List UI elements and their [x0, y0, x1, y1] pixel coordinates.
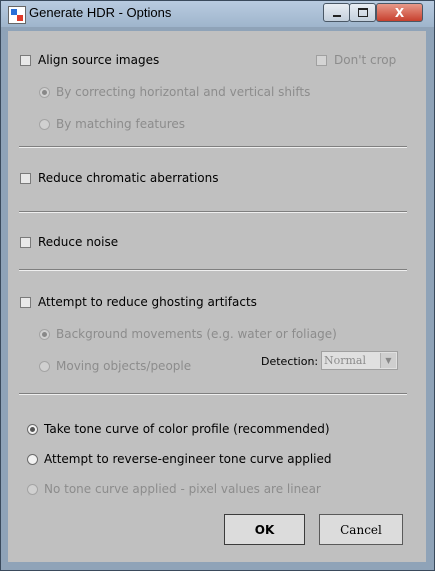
- chromatic-checkbox[interactable]: Reduce chromatic aberrations: [20, 171, 219, 185]
- app-icon: [8, 6, 26, 24]
- radio-dot: [39, 360, 50, 372]
- radio-dot: [27, 423, 38, 435]
- noise-checkbox[interactable]: Reduce noise: [20, 235, 118, 249]
- close-icon: X: [394, 5, 405, 20]
- ghost-moving-radio[interactable]: Moving objects/people: [39, 359, 191, 373]
- minimize-icon: [332, 14, 341, 17]
- maximize-icon: [357, 8, 368, 17]
- radio-dot: [39, 118, 50, 130]
- tone-profile-radio[interactable]: Take tone curve of color profile (recomm…: [27, 422, 330, 436]
- title-bar[interactable]: Generate HDR - Options X: [1, 1, 434, 27]
- radio-dot: [39, 328, 50, 340]
- tone-reverse-label: Attempt to reverse-engineer tone curve a…: [44, 452, 332, 466]
- checkbox-box: [20, 54, 31, 66]
- tone-linear-radio[interactable]: No tone curve applied - pixel values are…: [27, 482, 321, 496]
- maximize-button[interactable]: [349, 3, 376, 22]
- checkbox-box: [20, 296, 31, 308]
- checkbox-box: [316, 54, 327, 66]
- detection-label: Detection:: [261, 355, 319, 368]
- minimize-button[interactable]: [323, 3, 350, 22]
- window-title: Generate HDR - Options: [29, 5, 172, 20]
- checkbox-box: [20, 172, 31, 184]
- dont-crop-label: Don't crop: [334, 53, 397, 67]
- ghosting-checkbox[interactable]: Attempt to reduce ghosting artifacts: [20, 295, 257, 309]
- separator: [19, 269, 407, 271]
- align-shifts-radio[interactable]: By correcting horizontal and vertical sh…: [39, 85, 310, 99]
- tone-reverse-radio[interactable]: Attempt to reverse-engineer tone curve a…: [27, 452, 332, 466]
- ghost-background-label: Background movements (e.g. water or foli…: [56, 327, 337, 341]
- align-label: Align source images: [38, 53, 160, 67]
- radio-dot: [27, 483, 38, 495]
- detection-select[interactable]: Normal ▼: [321, 351, 398, 370]
- detection-value: Normal: [324, 354, 367, 367]
- tone-profile-label: Take tone curve of color profile (recomm…: [44, 422, 330, 436]
- tone-linear-label: No tone curve applied - pixel values are…: [44, 482, 321, 496]
- checkbox-box: [20, 236, 31, 248]
- ghosting-label: Attempt to reduce ghosting artifacts: [38, 295, 257, 309]
- chevron-down-icon: ▼: [380, 353, 396, 368]
- ghost-background-radio[interactable]: Background movements (e.g. water or foli…: [39, 327, 337, 341]
- ok-button[interactable]: OK: [224, 514, 305, 545]
- ghost-moving-label: Moving objects/people: [56, 359, 192, 373]
- align-features-label: By matching features: [56, 117, 186, 131]
- separator: [19, 211, 407, 213]
- separator: [19, 146, 407, 148]
- close-button[interactable]: X: [376, 3, 423, 22]
- noise-label: Reduce noise: [38, 235, 119, 249]
- align-features-radio[interactable]: By matching features: [39, 117, 185, 131]
- align-checkbox[interactable]: Align source images: [20, 53, 159, 67]
- dialog-window: Generate HDR - Options X Align source im…: [0, 0, 435, 571]
- dialog-content: Align source images Don't crop By correc…: [8, 31, 426, 562]
- radio-dot: [39, 86, 50, 98]
- chromatic-label: Reduce chromatic aberrations: [38, 171, 219, 185]
- align-shifts-label: By correcting horizontal and vertical sh…: [56, 85, 311, 99]
- dont-crop-checkbox[interactable]: Don't crop: [316, 53, 396, 67]
- cancel-button[interactable]: Cancel: [319, 514, 403, 545]
- radio-dot: [27, 453, 38, 465]
- separator: [19, 393, 407, 395]
